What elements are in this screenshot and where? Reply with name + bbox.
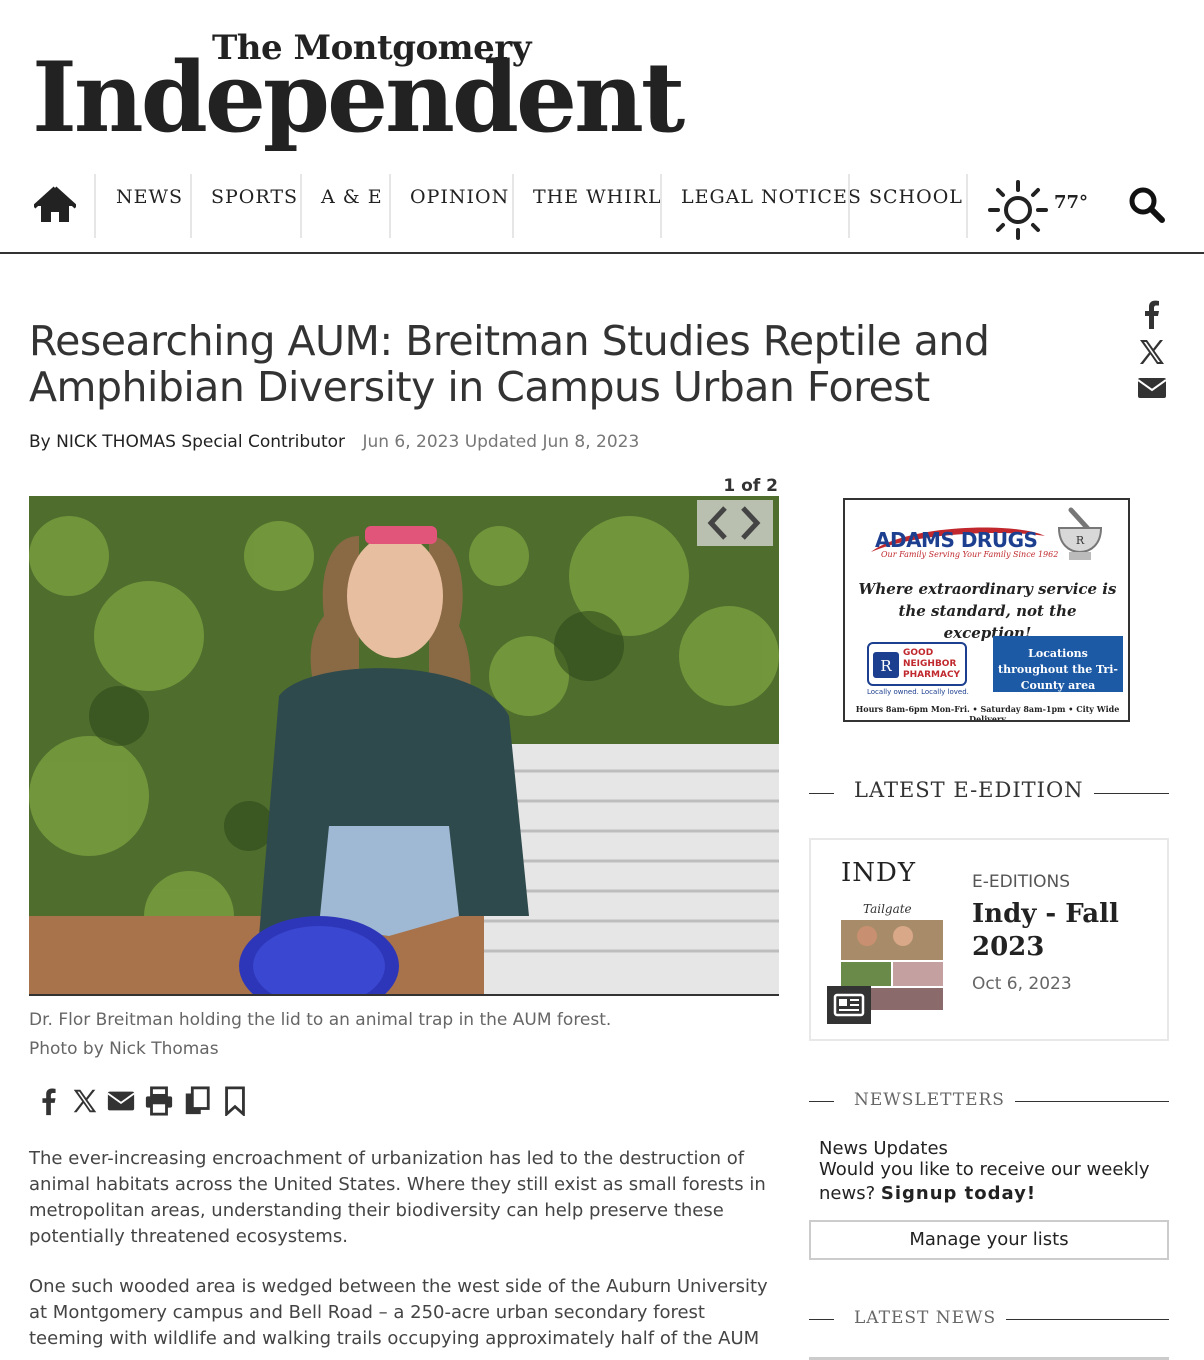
ad-adams-drugs[interactable]: ADAMS DRUGS Our Family Serving Your Fami… [843,498,1130,722]
section-heading-newsletters: NEWSLETTERS [809,1086,1169,1116]
nav-divider [94,174,96,238]
author-link[interactable]: By NICK THOMAS Special Contributor [29,432,345,452]
weather-temperature: 77° [1054,192,1089,213]
nav-item-legal-notices[interactable]: LEGAL NOTICES [681,186,862,208]
article-paragraph: The ever-increasing encroachment of urba… [29,1148,766,1247]
nav-item-school[interactable]: SCHOOL [869,186,963,208]
cover-title: INDY [841,858,917,888]
article-headline: Researching AUM: Breitman Studies Reptil… [29,317,990,411]
mortar-pestle-icon: R [1057,507,1103,560]
section-heading-label: LATEST NEWS [844,1308,1007,1328]
article-paragraph: One such wooded area is wedged between t… [29,1276,768,1360]
ad-brand: ADAMS DRUGS [875,528,1038,552]
article-photo[interactable] [29,496,779,996]
photo-rule [29,994,779,996]
print-icon[interactable] [144,1086,174,1116]
weather-widget[interactable]: 77° [986,178,1106,242]
manage-lists-button[interactable]: Manage your lists [809,1220,1169,1260]
gallery-counter: 1 of 2 [723,476,778,496]
search-icon[interactable] [1128,186,1166,224]
caption-text: Dr. Flor Breitman holding the lid to an … [29,1010,612,1030]
email-icon[interactable] [106,1086,136,1116]
facebook-icon[interactable] [34,1086,64,1116]
ad-tagline: Our Family Serving Your Family Since 196… [881,550,1059,559]
x-twitter-icon[interactable] [70,1086,100,1116]
masthead-logo[interactable]: The Montgomery Independent [32,28,692,160]
nav-divider [660,174,662,238]
eedition-title[interactable]: Indy - Fall 2023 [972,898,1157,964]
ad-slogan: Where extraordinary service is the stand… [858,580,1117,642]
ad-locations: Locations throughout the Tri-County area [993,636,1123,692]
nav-divider [389,174,391,238]
main-nav: NEWS SPORTS A & E OPINION THE WHIRL LEGA… [0,172,1204,254]
article-dates: Jun 6, 2023 Updated Jun 8, 2023 [362,432,640,452]
eedition-date: Oct 6, 2023 [972,974,1072,994]
bookmark-icon[interactable] [220,1086,250,1118]
svg-text:R: R [1076,534,1085,547]
nav-item-news[interactable]: NEWS [116,186,183,208]
email-icon[interactable] [1136,372,1168,404]
chevron-left-icon [707,506,727,540]
rx-icon: R [873,652,899,678]
nav-item-opinion[interactable]: OPINION [410,186,509,208]
sun-icon [988,180,1048,240]
eedition-kicker[interactable]: E-EDITIONS [972,872,1070,892]
nav-divider [848,174,850,238]
chevron-right-icon [741,506,761,540]
cover-subtitle: Tailgate [863,902,912,916]
ad-gnp-text: GOOD NEIGHBOR PHARMACY [903,648,961,680]
eedition-card[interactable]: INDY Tailgate E-EDITIONS Indy - Fall 202… [809,838,1169,1041]
nav-item-sports[interactable]: SPORTS [211,186,298,208]
section-heading-eedition: LATEST E-EDITION [809,778,1169,808]
photo-credit: Photo by Nick Thomas [29,1039,219,1059]
section-heading-label: LATEST E-EDITION [844,778,1094,802]
photo-caption: Dr. Flor Breitman holding the lid to an … [29,1006,611,1064]
section-heading-label: NEWSLETTERS [844,1090,1015,1110]
facebook-icon[interactable] [1136,298,1168,330]
ad-gnp-sub: Locally owned. Locally loved. [867,688,969,696]
nav-item-ae[interactable]: A & E [321,186,383,208]
photo-illustration [29,496,779,996]
gallery-nav [697,500,773,546]
home-icon[interactable] [32,186,78,224]
newspaper-icon [827,986,871,1024]
section-heading-latest-news: LATEST NEWS [809,1304,1169,1334]
masthead-main-text: Independent [32,41,685,154]
nav-divider [300,174,302,238]
nav-divider [966,174,968,238]
newsletter-signup-link[interactable]: Signup today! [881,1183,1036,1204]
nav-divider [512,174,514,238]
ad-hours: Hours 8am-6pm Mon-Fri. • Saturday 8am-1p… [855,704,1120,722]
nav-divider [190,174,192,238]
byline: By NICK THOMAS Special Contributor Jun 6… [29,432,639,452]
svg-text:R: R [880,657,892,675]
x-twitter-icon[interactable] [1136,336,1168,368]
newsletter-text: Would you like to receive our weekly new… [819,1158,1159,1206]
newsletter-title: News Updates [819,1138,948,1159]
nav-item-the-whirl[interactable]: THE WHIRL [533,186,662,208]
ad-good-neighbor-pharmacy: R GOOD NEIGHBOR PHARMACY [867,642,967,686]
copy-icon[interactable] [182,1086,212,1116]
